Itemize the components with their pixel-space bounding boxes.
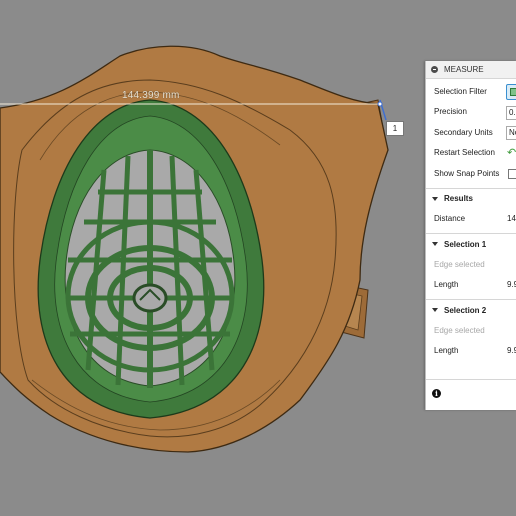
- show-snap-points-row: Show Snap Points: [426, 163, 516, 184]
- measure-panel-header[interactable]: MEASURE: [426, 61, 516, 79]
- panel-footer: i: [426, 379, 516, 410]
- collapse-icon[interactable]: [431, 66, 438, 73]
- selection-filter-row: Selection Filter: [426, 81, 516, 102]
- info-icon[interactable]: i: [432, 389, 441, 398]
- selection-2-title: Selection 2: [444, 305, 487, 315]
- selection-1-edge-row: Edge selected: [426, 254, 516, 275]
- filter-icon: [510, 88, 516, 96]
- distance-row: Distance 14: [426, 209, 516, 230]
- show-snap-points-label: Show Snap Points: [434, 168, 500, 178]
- results-title: Results: [444, 194, 473, 203]
- measure-panel: MEASURE Selection Filter Precision 0. Se…: [425, 61, 516, 410]
- chevron-down-icon: [432, 242, 438, 246]
- precision-dropdown[interactable]: 0.: [506, 105, 516, 120]
- selection-2-length-value: 9.9: [507, 346, 516, 356]
- selection-1-length-row: Length 9.9: [426, 275, 516, 296]
- selection-1-edge: Edge selected: [434, 259, 485, 269]
- show-snap-points-checkbox[interactable]: [508, 169, 516, 179]
- precision-row: Precision 0.: [426, 102, 516, 123]
- selection-filter-label: Selection Filter: [434, 86, 487, 96]
- secondary-units-row: Secondary Units No: [426, 122, 516, 143]
- secondary-units-dropdown[interactable]: No: [506, 126, 516, 140]
- distance-label: Distance: [434, 214, 466, 224]
- selection-1-length-label: Length: [434, 280, 459, 290]
- point-tag: 1: [386, 121, 404, 136]
- restart-selection-row: Restart Selection ↶: [426, 143, 516, 164]
- measure-point-icon[interactable]: [377, 101, 383, 107]
- restart-selection-label: Restart Selection: [434, 148, 495, 158]
- selection-filter-button[interactable]: [506, 84, 516, 100]
- distance-value: 14: [507, 214, 516, 224]
- precision-label: Precision: [434, 107, 467, 117]
- chevron-down-icon: [432, 308, 438, 312]
- selection-2-edge-row: Edge selected: [426, 320, 516, 341]
- selection-1-title: Selection 1: [444, 239, 487, 249]
- dimension-label: 144.399 mm: [122, 90, 180, 101]
- selection-2-edge: Edge selected: [434, 325, 485, 335]
- results-section-header[interactable]: Results: [426, 187, 516, 209]
- selection-2-length-row: Length 9.9: [426, 341, 516, 362]
- selection-1-length-value: 9.9: [507, 280, 516, 290]
- selection-1-section-header[interactable]: Selection 1: [426, 233, 516, 254]
- chevron-down-icon: [432, 196, 438, 201]
- selection-2-section-header[interactable]: Selection 2: [426, 299, 516, 320]
- selection-2-length-label: Length: [434, 346, 459, 356]
- restart-icon[interactable]: ↶: [507, 147, 516, 159]
- secondary-units-label: Secondary Units: [434, 127, 493, 137]
- panel-title: MEASURE: [444, 65, 484, 74]
